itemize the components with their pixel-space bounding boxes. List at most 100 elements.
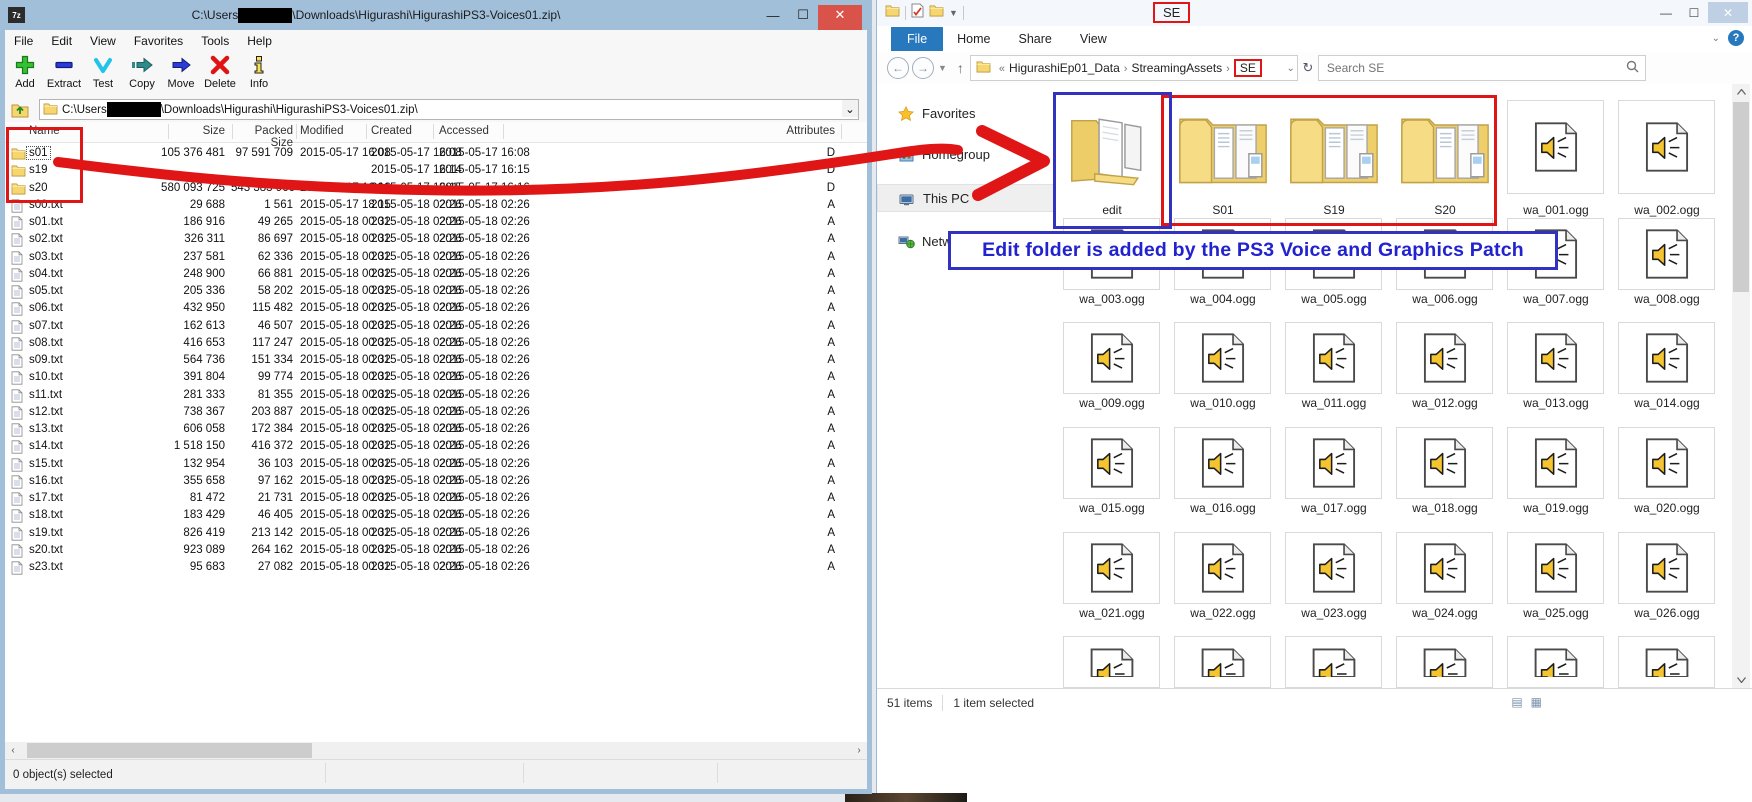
column-header-accessed[interactable]: Accessed: [439, 125, 559, 137]
file-name[interactable]: s09.txt: [29, 354, 63, 366]
file-name[interactable]: s15.txt: [29, 458, 63, 470]
breadcrumb-item[interactable]: HigurashiEp01_Data: [1009, 61, 1120, 75]
delete-button[interactable]: Delete: [201, 53, 239, 90]
zip-row[interactable]: s23.txt95 68327 0822015-05-18 00:322015-…: [5, 560, 867, 577]
chevron-right-icon[interactable]: ›: [1226, 63, 1230, 75]
properties-icon[interactable]: [911, 3, 924, 23]
forward-button[interactable]: →: [912, 57, 934, 79]
zip-row[interactable]: s19.txt826 419213 1422015-05-18 00:32201…: [5, 526, 867, 543]
chevron-right-icon[interactable]: ›: [1124, 63, 1128, 75]
search-box[interactable]: [1318, 55, 1646, 81]
ribbon-expand-icon[interactable]: ⌄: [1712, 33, 1720, 44]
zip-row[interactable]: s05.txt205 33658 2022015-05-18 00:322015…: [5, 284, 867, 301]
zip-row[interactable]: s02.txt326 31186 6972015-05-18 00:322015…: [5, 232, 867, 249]
zip-row[interactable]: s14.txt1 518 150416 3722015-05-18 00:322…: [5, 439, 867, 456]
tab-file[interactable]: File: [891, 27, 943, 51]
horizontal-scrollbar[interactable]: ‹ ›: [5, 742, 867, 759]
file-name[interactable]: s04.txt: [29, 268, 63, 280]
file-name[interactable]: s18.txt: [29, 509, 63, 521]
zip-row[interactable]: s12.txt738 367203 8872015-05-18 00:32201…: [5, 405, 867, 422]
menu-edit[interactable]: Edit: [42, 34, 81, 48]
file-name[interactable]: s17.txt: [29, 492, 63, 504]
recent-locations-icon[interactable]: ▼: [938, 63, 947, 73]
add-button[interactable]: Add: [6, 53, 44, 90]
copy-button[interactable]: Copy: [123, 53, 161, 90]
test-button[interactable]: Test: [84, 53, 122, 90]
zip-row[interactable]: s13.txt606 058172 3842015-05-18 00:32201…: [5, 422, 867, 439]
address-combobox[interactable]: C:\Users\Downloads\Higurashi\HigurashiPS…: [39, 99, 859, 120]
extract-button[interactable]: Extract: [45, 53, 83, 90]
zip-row[interactable]: s01105 376 48197 591 7092015-05-17 16:08…: [5, 146, 867, 163]
file-name[interactable]: s13.txt: [29, 423, 63, 435]
maximize-button[interactable]: ☐: [1682, 2, 1706, 23]
zip-row[interactable]: s04.txt248 90066 8812015-05-18 00:322015…: [5, 267, 867, 284]
tab-home[interactable]: Home: [943, 28, 1004, 50]
sidebar-item-this-pc[interactable]: This PC: [877, 184, 1055, 212]
zip-row[interactable]: s01.txt186 91649 2652015-05-18 00:322015…: [5, 215, 867, 232]
menu-help[interactable]: Help: [238, 34, 281, 48]
menu-tools[interactable]: Tools: [192, 34, 238, 48]
close-button[interactable]: ✕: [1708, 2, 1748, 23]
zip-row[interactable]: s00.txt29 6881 5612015-05-17 18:152015-0…: [5, 198, 867, 215]
breadcrumb-item[interactable]: SE: [1234, 59, 1262, 77]
file-name[interactable]: s01.txt: [29, 216, 63, 228]
menu-view[interactable]: View: [81, 34, 125, 48]
sidebar-item-homegroup[interactable]: Homegroup: [877, 143, 1053, 165]
info-button[interactable]: Info: [240, 53, 278, 90]
tab-view[interactable]: View: [1066, 28, 1121, 50]
scroll-right-icon[interactable]: ›: [851, 743, 867, 758]
zip-row[interactable]: s03.txt237 58162 3362015-05-18 00:322015…: [5, 250, 867, 267]
search-icon[interactable]: [1626, 60, 1639, 78]
file-name[interactable]: s02.txt: [29, 233, 63, 245]
up-folder-icon[interactable]: [9, 100, 31, 119]
refresh-icon[interactable]: ↻: [1298, 56, 1318, 80]
new-folder-icon[interactable]: [929, 4, 944, 22]
file-name[interactable]: s14.txt: [29, 440, 63, 452]
file-name[interactable]: s12.txt: [29, 406, 63, 418]
chevron-down-icon[interactable]: ▼: [949, 8, 958, 18]
chevron-down-icon[interactable]: ⌄: [1287, 63, 1295, 74]
zip-row[interactable]: s10.txt391 80499 7742015-05-18 00:322015…: [5, 370, 867, 387]
file-name[interactable]: s20.txt: [29, 544, 63, 556]
details-view-icon[interactable]: ▤: [1511, 695, 1522, 709]
zip-row[interactable]: s20580 093 725543 383 9662015-05-17 16:1…: [5, 181, 867, 198]
column-header-size[interactable]: Size: [115, 125, 225, 137]
zip-row[interactable]: s06.txt432 950115 4822015-05-18 00:32201…: [5, 301, 867, 318]
file-name[interactable]: s10.txt: [29, 371, 63, 383]
close-button[interactable]: ✕: [818, 0, 862, 30]
zip-row[interactable]: s07.txt162 61346 5072015-05-18 00:322015…: [5, 319, 867, 336]
maximize-button[interactable]: ☐: [790, 0, 816, 30]
zip-row[interactable]: s18.txt183 42946 4052015-05-18 00:322015…: [5, 508, 867, 525]
file-name[interactable]: s08.txt: [29, 337, 63, 349]
file-name[interactable]: s23.txt: [29, 561, 63, 573]
minimize-button[interactable]: —: [760, 0, 786, 30]
breadcrumb[interactable]: «HigurashiEp01_Data›StreamingAssets›SE ⌄: [970, 55, 1298, 81]
zip-row[interactable]: s09.txt564 736151 3342015-05-18 00:32201…: [5, 353, 867, 370]
chevron-down-icon[interactable]: ⌄: [842, 100, 858, 117]
breadcrumb-truncation[interactable]: «: [999, 63, 1005, 75]
scroll-up-icon[interactable]: [1732, 84, 1750, 100]
sidebar-item-favorites[interactable]: Favorites: [877, 102, 1053, 124]
zip-row[interactable]: s192015-05-17 16:142015-05-17 16:15D: [5, 163, 867, 180]
menu-file[interactable]: File: [5, 34, 42, 48]
file-name[interactable]: s11.txt: [29, 389, 62, 401]
move-button[interactable]: Move: [162, 53, 200, 90]
scroll-down-icon[interactable]: [1732, 672, 1750, 688]
search-input[interactable]: [1325, 58, 1609, 78]
file-name[interactable]: s05.txt: [29, 285, 63, 297]
scrollbar-thumb[interactable]: [1733, 102, 1749, 292]
zip-row[interactable]: s17.txt81 47221 7312015-05-18 00:322015-…: [5, 491, 867, 508]
breadcrumb-item[interactable]: StreamingAssets: [1131, 61, 1222, 75]
back-button[interactable]: ←: [887, 57, 909, 79]
file-name[interactable]: s03.txt: [29, 251, 63, 263]
scrollbar-thumb[interactable]: [27, 743, 312, 758]
file-name[interactable]: s19.txt: [29, 527, 63, 539]
vertical-scrollbar[interactable]: [1732, 84, 1750, 688]
thumbnails-view-icon[interactable]: ▦: [1531, 695, 1542, 709]
zip-row[interactable]: s08.txt416 653117 2472015-05-18 00:32201…: [5, 336, 867, 353]
file-name[interactable]: s06.txt: [29, 302, 63, 314]
zip-row[interactable]: s20.txt923 089264 1622015-05-18 00:32201…: [5, 543, 867, 560]
tab-share[interactable]: Share: [1005, 28, 1066, 50]
zip-row[interactable]: s15.txt132 95436 1032015-05-18 00:322015…: [5, 457, 867, 474]
scroll-left-icon[interactable]: ‹: [5, 743, 21, 758]
